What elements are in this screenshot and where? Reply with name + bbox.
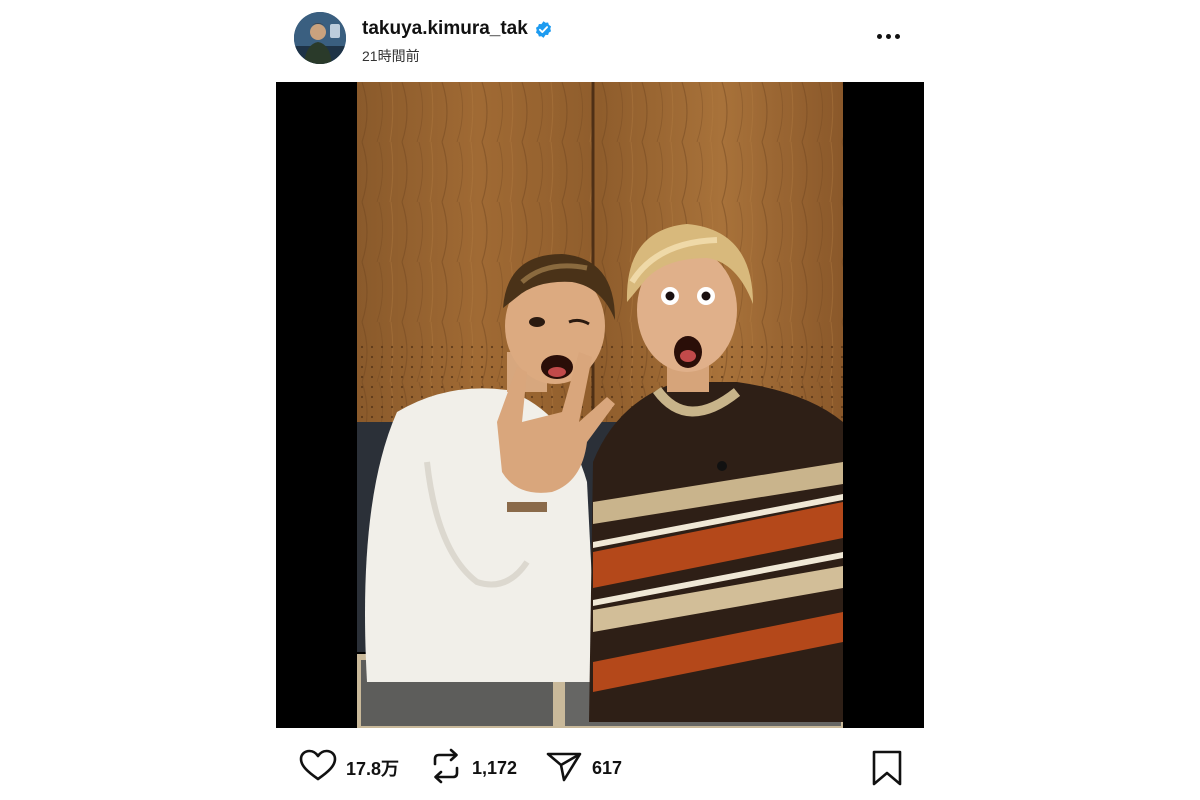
share-count: 617 <box>592 757 623 778</box>
post-timestamp: 21時間前 <box>362 48 420 64</box>
more-dot <box>885 33 891 39</box>
heart-icon <box>298 746 338 791</box>
save-button[interactable] <box>870 750 904 790</box>
like-count: 17.8万 <box>346 759 400 779</box>
repost-icon <box>428 746 464 791</box>
post-photo <box>357 82 843 728</box>
post-card: takuya.kimura_tak 21時間前 17.8万 1,172 617 <box>0 0 1200 800</box>
photo-illustration <box>357 82 843 728</box>
share-button[interactable]: 617 <box>544 748 622 788</box>
like-button[interactable]: 17.8万 <box>298 748 399 788</box>
more-dot <box>894 33 900 39</box>
post-header: takuya.kimura_tak 21時間前 <box>294 12 906 66</box>
username[interactable]: takuya.kimura_tak <box>362 18 528 40</box>
repost-count: 1,172 <box>472 757 518 778</box>
more-dot <box>876 33 882 39</box>
avatar-image <box>294 12 346 64</box>
post-media[interactable] <box>276 82 924 728</box>
bookmark-icon <box>870 749 904 792</box>
repost-button[interactable]: 1,172 <box>428 748 517 788</box>
username-row: takuya.kimura_tak <box>362 17 553 41</box>
send-icon <box>544 746 584 791</box>
more-options-icon[interactable] <box>872 26 904 46</box>
post-actions: 17.8万 1,172 617 <box>298 748 904 790</box>
avatar[interactable] <box>294 12 346 64</box>
verified-badge-icon <box>534 20 553 39</box>
